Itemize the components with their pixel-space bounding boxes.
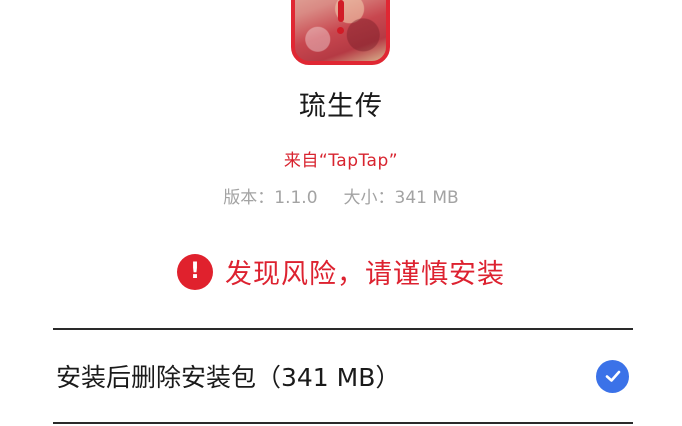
- app-source: 来自“TapTap”: [283, 151, 399, 171]
- app-name: 琉生传: [299, 91, 383, 122]
- checkmark-icon[interactable]: [596, 359, 629, 393]
- app-icon-warning-mark: [336, 0, 346, 40]
- delete-package-option[interactable]: 安装后删除安装包（341 MB）: [53, 330, 633, 422]
- risk-warning-text: 发现风险，请谨慎安装: [225, 259, 505, 290]
- app-meta: 版本：1.1.0 大小：341 MB: [0, 183, 682, 208]
- app-icon: [291, 0, 390, 65]
- divider: [53, 422, 633, 424]
- exclamation-icon: !: [177, 253, 213, 290]
- size-text: 大小：341 MB: [343, 188, 459, 208]
- delete-package-label: 安装后删除安装包（341 MB）: [56, 363, 401, 392]
- risk-warning: ! 发现风险，请谨慎安装: [0, 252, 682, 291]
- version-text: 版本：1.1.0: [223, 188, 318, 208]
